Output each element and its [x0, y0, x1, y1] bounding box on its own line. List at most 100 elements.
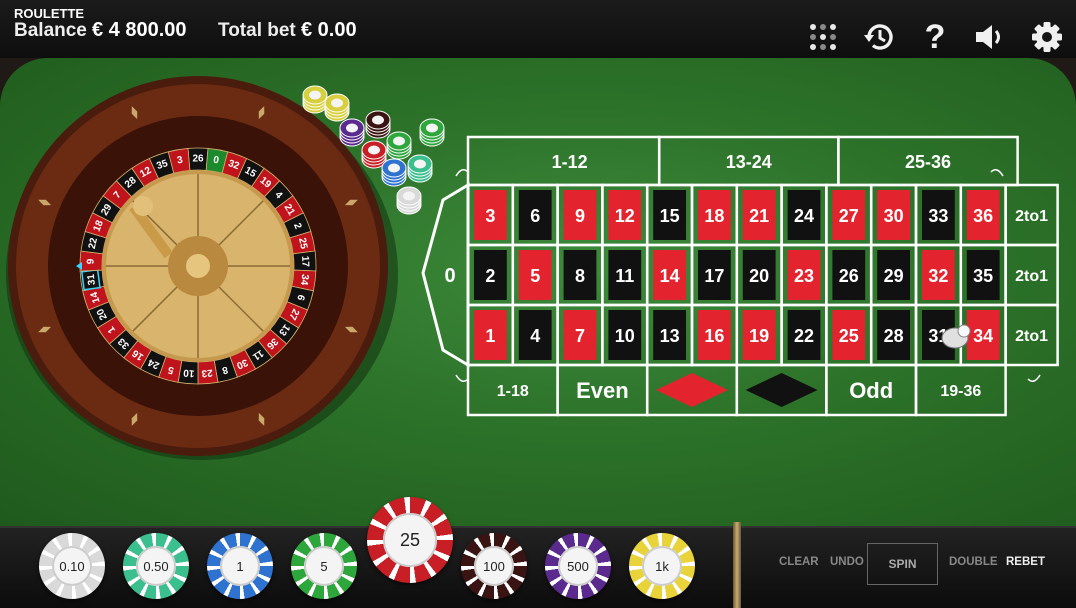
chip-value-label: 25 — [383, 513, 437, 567]
stacked-chip-center — [388, 163, 400, 173]
number-label: 24 — [794, 206, 814, 226]
number-label: 8 — [575, 266, 585, 286]
number-label: 16 — [704, 326, 724, 346]
chip-100-button[interactable]: 100 — [461, 533, 527, 599]
stacked-chip-center — [331, 98, 343, 108]
double-button[interactable]: DOUBLE — [949, 556, 998, 568]
wheel-number: 17 — [299, 256, 310, 268]
number-label: 30 — [884, 206, 904, 226]
chip-value-label: 0.10 — [52, 546, 92, 586]
undo-button[interactable]: UNDO — [830, 556, 864, 568]
chip-1k-button[interactable]: 1k — [629, 533, 695, 599]
chip-value-label: 100 — [474, 546, 514, 586]
chip-5-button[interactable]: 5 — [291, 533, 357, 599]
number-label: 23 — [794, 266, 814, 286]
top-bar: ROULETTE Balance € 4 800.00 Total bet € … — [0, 0, 1076, 58]
number-label: 35 — [973, 266, 993, 286]
number-label: 29 — [884, 266, 904, 286]
chip-tray-divider — [733, 522, 741, 608]
spin-button[interactable]: SPIN — [867, 543, 938, 585]
stacked-chip-center — [414, 159, 426, 169]
balance-value: € 4 800.00 — [92, 19, 187, 41]
dozen-bet-label: 13-24 — [726, 152, 772, 172]
outside-bet-label: Even — [576, 378, 629, 403]
number-label: 5 — [530, 266, 540, 286]
number-label: 12 — [615, 206, 635, 226]
outside-bet-label: Odd — [849, 378, 893, 403]
stacked-chip-center — [426, 123, 438, 133]
number-label: 4 — [530, 326, 540, 346]
number-label: 28 — [884, 326, 904, 346]
chip-500-button[interactable]: 500 — [545, 533, 611, 599]
wheel-number: 9 — [85, 258, 96, 264]
number-label: 36 — [973, 206, 993, 226]
grid-menu-icon[interactable] — [806, 20, 840, 54]
wheel-number: 31 — [86, 273, 98, 286]
history-icon[interactable] — [862, 20, 896, 54]
number-label: 33 — [928, 206, 948, 226]
stacked-chip-center — [372, 115, 384, 125]
red-diamond[interactable] — [656, 373, 728, 407]
wheel-number: 26 — [192, 154, 204, 165]
number-label: 17 — [704, 266, 724, 286]
board-ornament — [1027, 374, 1041, 382]
number-label: 15 — [660, 206, 680, 226]
number-label: 20 — [749, 266, 769, 286]
dozen-bet-label: 25-36 — [905, 152, 951, 172]
game-title: ROULETTE — [14, 6, 85, 21]
dozen-bet-label: 1-12 — [552, 152, 588, 172]
betting-board[interactable]: 03 6 9 12 15 18 21 24 27 30 33 362 5 8 11 14 17 20 23 26 29 3… — [421, 135, 1059, 417]
wheel-turret-top — [186, 254, 210, 278]
board-ornament — [455, 374, 469, 382]
chip-value-label: 1k — [642, 546, 682, 586]
number-label: 18 — [704, 206, 724, 226]
black-diamond[interactable] — [745, 373, 818, 407]
wheel-number: 23 — [201, 367, 213, 379]
clear-button[interactable]: CLEAR — [779, 556, 819, 568]
rebet-button[interactable]: REBET — [1006, 556, 1045, 568]
chip-value-label: 5 — [304, 546, 344, 586]
number-label: 13 — [660, 326, 680, 346]
board-ornament — [990, 169, 1004, 177]
number-label: 27 — [839, 206, 859, 226]
outside-bet-label: 19-36 — [940, 383, 981, 400]
stacked-chip-center — [403, 191, 415, 201]
chip-value-label: 0.50 — [136, 546, 176, 586]
roulette-table: 26 0 32 15194212251734627133611308231052416… — [6, 76, 1059, 460]
wheel-number: 10 — [182, 367, 194, 379]
number-label: 7 — [575, 326, 585, 346]
chip-value-label: 1 — [220, 546, 260, 586]
chip-0-10-button[interactable]: 0.10 — [39, 533, 105, 599]
number-label: 10 — [615, 326, 635, 346]
number-label: 19 — [749, 326, 769, 346]
stacked-chip-center — [346, 123, 358, 133]
number-label: 25 — [839, 326, 859, 346]
number-label: 6 — [530, 206, 540, 226]
number-label: 32 — [928, 266, 948, 286]
total-bet-value: € 0.00 — [301, 19, 357, 41]
outside-bet-label: 1-18 — [497, 383, 529, 400]
total-bet-label: Total bet — [218, 20, 296, 41]
column-bet-label: 2to1 — [1015, 208, 1048, 225]
number-label: 26 — [839, 266, 859, 286]
chip-1-button[interactable]: 1 — [207, 533, 273, 599]
settings-icon[interactable] — [1030, 20, 1064, 54]
wheel-number: 34 — [298, 273, 310, 286]
number-label: 11 — [615, 266, 634, 286]
number-label: 14 — [660, 266, 680, 286]
zero-label: 0 — [444, 265, 455, 287]
sound-icon[interactable] — [974, 20, 1008, 54]
help-icon[interactable]: ? — [918, 18, 952, 56]
number-label: 3 — [485, 206, 495, 226]
number-label: 1 — [485, 326, 495, 346]
column-bet-label: 2to1 — [1015, 328, 1048, 345]
chip-25-button[interactable]: 25 — [367, 497, 453, 583]
stacked-chip-center — [309, 90, 321, 100]
number-label: 22 — [794, 326, 814, 346]
stacked-chip-center — [368, 145, 380, 155]
roulette-wheel: 26 0 32 15194212251734627133611308231052416… — [6, 76, 398, 460]
chip-0-50-button[interactable]: 0.50 — [123, 533, 189, 599]
wheel-turret-knob — [133, 196, 153, 216]
number-label: 34 — [973, 326, 993, 346]
board-ornament — [455, 169, 469, 177]
